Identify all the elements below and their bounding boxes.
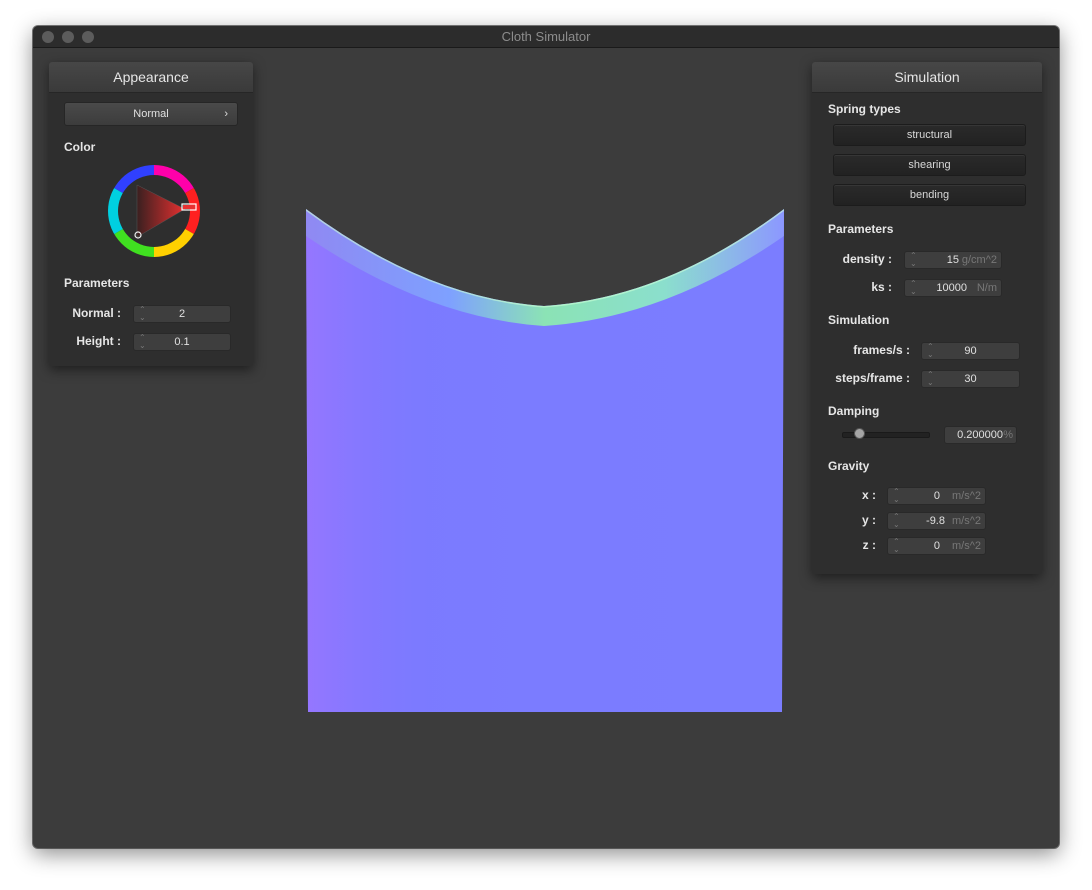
shader-dropdown[interactable]: Normal › xyxy=(64,102,238,126)
spinner-arrows-icon[interactable]: ⌃ ⌄ xyxy=(893,513,900,529)
gravity-y-label: y : xyxy=(861,513,876,527)
scene-viewport[interactable]: Appearance Normal › Color Parameters Nor… xyxy=(33,48,1059,848)
frames-per-second-input[interactable]: ⌃ ⌄ 90 xyxy=(921,342,1020,360)
cloth-mesh xyxy=(306,209,784,712)
ks-label: ks : xyxy=(871,280,892,294)
damping-input[interactable]: 0.200000 % xyxy=(944,426,1017,444)
damping-label: Damping xyxy=(828,404,880,418)
steps-per-frame-input[interactable]: ⌃ ⌄ 30 xyxy=(921,370,1020,388)
structural-toggle-button[interactable]: structural xyxy=(833,124,1026,146)
spinner-arrows-icon[interactable]: ⌃ ⌄ xyxy=(910,252,917,268)
shader-dropdown-value: Normal xyxy=(133,108,169,120)
gravity-z-input[interactable]: ⌃ ⌄ 0 m/s^2 xyxy=(887,537,986,555)
chevron-right-icon: › xyxy=(224,108,228,120)
spinner-arrows-icon[interactable]: ⌃ ⌄ xyxy=(893,538,900,554)
density-label: density : xyxy=(842,252,892,266)
spinner-arrows-icon[interactable]: ⌃ ⌄ xyxy=(893,488,900,504)
gravity-x-label: x : xyxy=(861,488,876,502)
gravity-z-label: z : xyxy=(862,538,876,552)
height-input[interactable]: ⌃ ⌄ 0.1 xyxy=(133,333,231,351)
frames-per-second-label: frames/s : xyxy=(853,343,910,357)
gravity-y-input[interactable]: ⌃ ⌄ -9.8 m/s^2 xyxy=(887,512,986,530)
shearing-toggle-button[interactable]: shearing xyxy=(833,154,1026,176)
color-section-label: Color xyxy=(64,140,96,154)
spring-types-label: Spring types xyxy=(828,102,901,116)
gravity-label: Gravity xyxy=(828,459,870,473)
normal-input[interactable]: ⌃ ⌄ 2 xyxy=(133,305,231,323)
appearance-parameters-label: Parameters xyxy=(64,276,130,290)
simulation-panel-header[interactable]: Simulation xyxy=(812,62,1042,93)
simulation-parameters-label: Parameters xyxy=(828,222,894,236)
color-wheel[interactable] xyxy=(106,163,202,259)
density-input[interactable]: ⌃ ⌄ 15 g/cm^2 xyxy=(904,251,1002,269)
title-bar: Cloth Simulator xyxy=(33,26,1059,48)
normal-label: Normal : xyxy=(72,306,121,320)
steps-per-frame-label: steps/frame : xyxy=(835,371,910,385)
appearance-panel: Appearance Normal › Color Parameters Nor… xyxy=(49,62,253,366)
height-label: Height : xyxy=(76,334,121,348)
appearance-panel-header[interactable]: Appearance xyxy=(49,62,253,93)
gravity-x-input[interactable]: ⌃ ⌄ 0 m/s^2 xyxy=(887,487,986,505)
spinner-arrows-icon[interactable]: ⌃ ⌄ xyxy=(910,280,917,296)
simulation-panel: Simulation Spring types structural shear… xyxy=(812,62,1042,574)
bending-toggle-button[interactable]: bending xyxy=(833,184,1026,206)
app-window: Cloth Simulator Appearance Normal › Colo… xyxy=(33,26,1059,848)
simulation-section-label: Simulation xyxy=(828,313,890,327)
ks-input[interactable]: ⌃ ⌄ 10000 N/m xyxy=(904,279,1002,297)
window-title: Cloth Simulator xyxy=(501,29,591,44)
